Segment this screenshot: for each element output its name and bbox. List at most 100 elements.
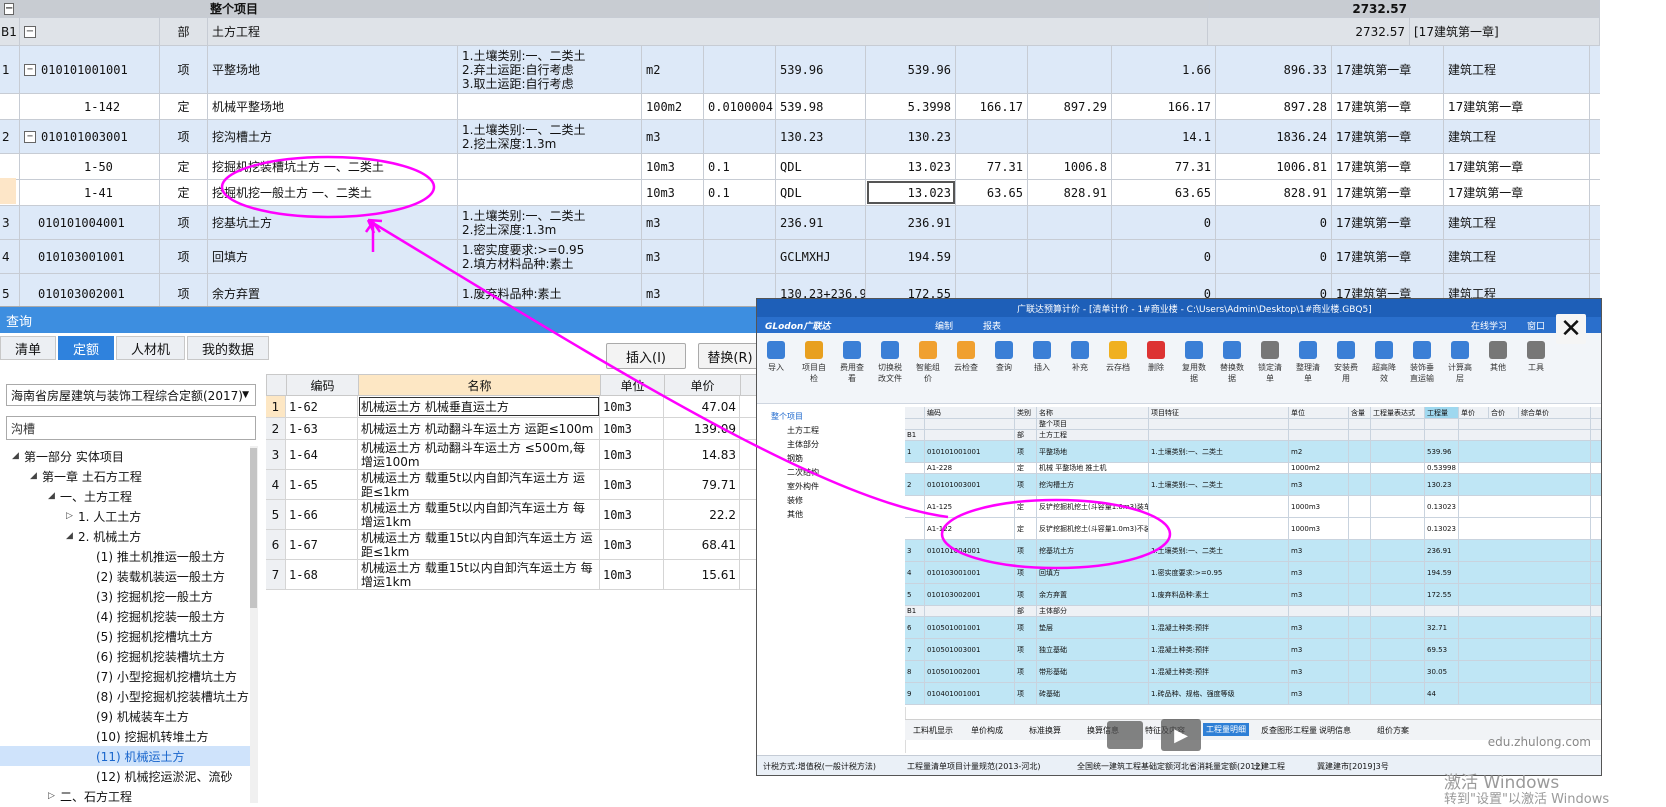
minus-icon[interactable]: −: [24, 130, 36, 143]
tree-node[interactable]: (3) 挖掘机挖一般土方: [0, 586, 250, 606]
video-tool-icon: [843, 341, 861, 359]
video-cell: [1371, 441, 1425, 462]
code-cell[interactable]: 010103001001: [20, 240, 160, 273]
code-cell[interactable]: 1-50: [20, 154, 160, 179]
quota-tree[interactable]: ◢ 第一部分 实体项目 ◢ 第一章 土石方工程 ◢ 一、土方工程 ▷ 1. 人工土方 ◢ 2. 机…: [0, 446, 252, 803]
quota-library-select[interactable]: 海南省房屋建筑与装饰工程综合定额(2017) ▼: [6, 384, 256, 406]
result-name-cell: 机械运土方 载重15t以内自卸汽车运土方 运距≤1km: [358, 530, 600, 559]
tab-list[interactable]: 清单: [0, 336, 57, 360]
result-row[interactable]: 6 1-67 机械运土方 载重15t以内自卸汽车运土方 运距≤1km 10m3 68.4…: [266, 530, 760, 560]
video-cell-rest: [1459, 617, 1591, 638]
tree-node[interactable]: (8) 小型挖掘机挖装槽坑土方: [0, 686, 250, 706]
quantity-cell[interactable]: 13.023: [866, 180, 956, 205]
result-row[interactable]: 4 1-65 机械运土方 载重5t以内自卸汽车运土方 运距≤1km 10m3 79.71: [266, 470, 760, 500]
result-no-cell: 7: [266, 560, 286, 589]
code-cell[interactable]: 010103002001: [20, 274, 160, 306]
tree-node[interactable]: (1) 推土机推运一般土方: [0, 546, 250, 566]
tree-node[interactable]: (6) 挖掘机挖装槽坑土方: [0, 646, 250, 666]
search-input[interactable]: [6, 416, 256, 440]
result-row[interactable]: 3 1-64 机械运土方 机动翻斗车运土方 ≤500m,每增运100m 10m3 14.…: [266, 440, 760, 470]
total-row[interactable]: − 整个项目 2732.57: [0, 0, 1600, 18]
qty-expression-cell: 236.91: [776, 206, 866, 239]
insert-button[interactable]: 插入(I): [606, 343, 686, 369]
quantity-cell[interactable]: 539.96: [866, 46, 956, 93]
tree-node[interactable]: (2) 装载机装运一般土方: [0, 566, 250, 586]
name-cell: 机械平整场地: [208, 94, 458, 119]
result-row[interactable]: 2 1-63 机械运土方 机动翻斗车运土方 运距≤100m 10m3 139.09: [266, 418, 760, 440]
quantity-cell[interactable]: 194.59: [866, 240, 956, 273]
video-cell: 项: [1015, 661, 1037, 682]
result-unit-cell: 10m3: [600, 396, 664, 417]
code-cell[interactable]: −010101003001: [20, 120, 160, 153]
collapse-arrow-icon[interactable]: ◢: [48, 491, 60, 501]
code-cell[interactable]: 1-142: [20, 94, 160, 119]
feature-line: 1.废弃料品种:素土: [462, 286, 562, 301]
code-cell[interactable]: 1-41: [20, 180, 160, 205]
quantity-cell[interactable]: 130.23: [866, 120, 956, 153]
tree-node[interactable]: (11) 机械运土方: [0, 746, 250, 766]
code-cell[interactable]: 010101004001: [20, 206, 160, 239]
tree-node[interactable]: (7) 小型挖掘机挖槽坑土方: [0, 666, 250, 686]
quantity-cell[interactable]: 5.3998: [866, 94, 956, 119]
bill-grid[interactable]: − 整个项目 2732.57 B1− 部土方工程 2732.57 [17建筑第一章] 1−01…: [0, 0, 1600, 306]
tree-node[interactable]: (5) 挖掘机挖槽坑土方: [0, 626, 250, 646]
result-row[interactable]: 5 1-66 机械运土方 载重5t以内自卸汽车运土方 每增运1km 10m3 22.2: [266, 500, 760, 530]
tab-material[interactable]: 人材机: [116, 336, 186, 360]
tree-node[interactable]: ▷ 1. 人工土方: [0, 506, 250, 526]
tree-node[interactable]: (4) 挖掘机挖装一般土方: [0, 606, 250, 626]
expand-arrow-icon[interactable]: ▷: [48, 791, 60, 801]
video-player[interactable]: 广联达预算计价 - [清单计价 - 1#商业楼 - C:\Users\Admin…: [756, 298, 1602, 776]
tree-node[interactable]: ◢ 第一部分 实体项目: [0, 446, 250, 466]
quota-row[interactable]: 1-41 定挖掘机挖一般土方 一、二类土 10m3 0.1 QDL 13.023 63.65…: [0, 180, 1600, 206]
collapse-toggle[interactable]: −: [0, 0, 20, 17]
unit-price-cell: 166.17: [1112, 94, 1216, 119]
result-row[interactable]: 1 1-62 机械运土方 机械垂直运土方 10m3 47.04: [266, 396, 760, 418]
video-cell: 010103001001: [925, 562, 1015, 583]
name-cell: 挖掘机挖一般土方 一、二类土: [208, 180, 458, 205]
collapse-arrow-icon[interactable]: ◢: [66, 531, 78, 541]
collapse-arrow-icon[interactable]: ◢: [12, 451, 24, 461]
tree-node[interactable]: (9) 机械装车土方: [0, 706, 250, 726]
bill-item-row[interactable]: 2−010101003001 项挖沟槽土方 1.土壤类别:一、二类土 2.挖土深度:1…: [0, 120, 1600, 154]
collapse-arrow-icon[interactable]: ◢: [30, 471, 42, 481]
tab-mydata[interactable]: 我的数据: [187, 336, 270, 360]
replace-button[interactable]: 替换(R): [698, 343, 762, 369]
quota-row[interactable]: 1-50 定挖掘机挖装槽坑土方 一、二类土 10m3 0.1 QDL 13.023 77.3…: [0, 154, 1600, 180]
video-grid-row: B1 部主体部分: [905, 606, 1601, 617]
tree-node[interactable]: ◢ 第一章 土石方工程: [0, 466, 250, 486]
tree-node[interactable]: ◢ 一、土方工程: [0, 486, 250, 506]
tree-node[interactable]: (10) 挖掘机转堆土方: [0, 726, 250, 746]
bill-item-row[interactable]: 1−010101001001 项平整场地 1.土壤类别:一、二类土 2.弃土运距:自行…: [0, 46, 1600, 94]
bill-item-row[interactable]: 3 010101004001 项挖基坑土方 1.土壤类别:一、二类土 2.挖土深度:1.…: [0, 206, 1600, 240]
tree-scrollbar-thumb[interactable]: [250, 448, 257, 608]
tree-node[interactable]: (12) 机械挖运淤泥、流砂: [0, 766, 250, 786]
code-cell[interactable]: −010101001001: [20, 46, 160, 93]
screenshot-icon[interactable]: [1107, 721, 1143, 749]
video-tool-20: 工具: [1523, 341, 1549, 373]
close-icon[interactable]: ✕: [1556, 314, 1586, 344]
minus-icon[interactable]: −: [24, 25, 36, 38]
video-cell: [925, 430, 1015, 440]
total-amount-cell: 2732.57: [1210, 0, 1412, 17]
play-icon[interactable]: ▶: [1161, 719, 1201, 751]
minus-icon[interactable]: −: [4, 2, 15, 15]
tree-node[interactable]: ▷ 二、石方工程: [0, 786, 250, 804]
unit-price-cell: 0: [1112, 240, 1216, 273]
quota-row[interactable]: 1-142 定机械平整场地 100m2 0.0100004 539.98 5.3998 16…: [0, 94, 1600, 120]
bill-item-row[interactable]: 4 010103001001 项回填方 1.密实度要求:>=0.95 2.填方材料品种:…: [0, 240, 1600, 274]
quantity-cell[interactable]: 236.91: [866, 206, 956, 239]
tab-quota[interactable]: 定额: [58, 336, 115, 360]
features-cell: 1.土壤类别:一、二类土 2.弃土运距:自行考虑 3.取土运距:自行考虑: [458, 46, 642, 93]
tree-node[interactable]: ◢ 2. 机械土方: [0, 526, 250, 546]
quantity-cell[interactable]: 13.023: [866, 154, 956, 179]
feature-line: 2.弃土运距:自行考虑: [462, 62, 574, 77]
video-tool-13: 锁定清单: [1257, 341, 1283, 384]
expand-arrow-icon[interactable]: ▷: [66, 511, 78, 521]
quota-result-table[interactable]: 编码 名称 单位 单价 1 1-62 机械运土方 机械垂直运土方 10m3 47.04 2 1-63…: [266, 374, 760, 594]
minus-icon[interactable]: −: [24, 63, 36, 76]
code-cell[interactable]: −: [20, 18, 160, 45]
part-row[interactable]: B1− 部土方工程 2732.57 [17建筑第一章]: [0, 18, 1600, 46]
feature-line: 2.填方材料品种:素土: [462, 256, 574, 271]
video-tree-node: 二次结构: [787, 468, 819, 477]
result-row[interactable]: 7 1-68 机械运土方 载重15t以内自卸汽车运土方 每增运1km 10m3 15.6…: [266, 560, 760, 590]
